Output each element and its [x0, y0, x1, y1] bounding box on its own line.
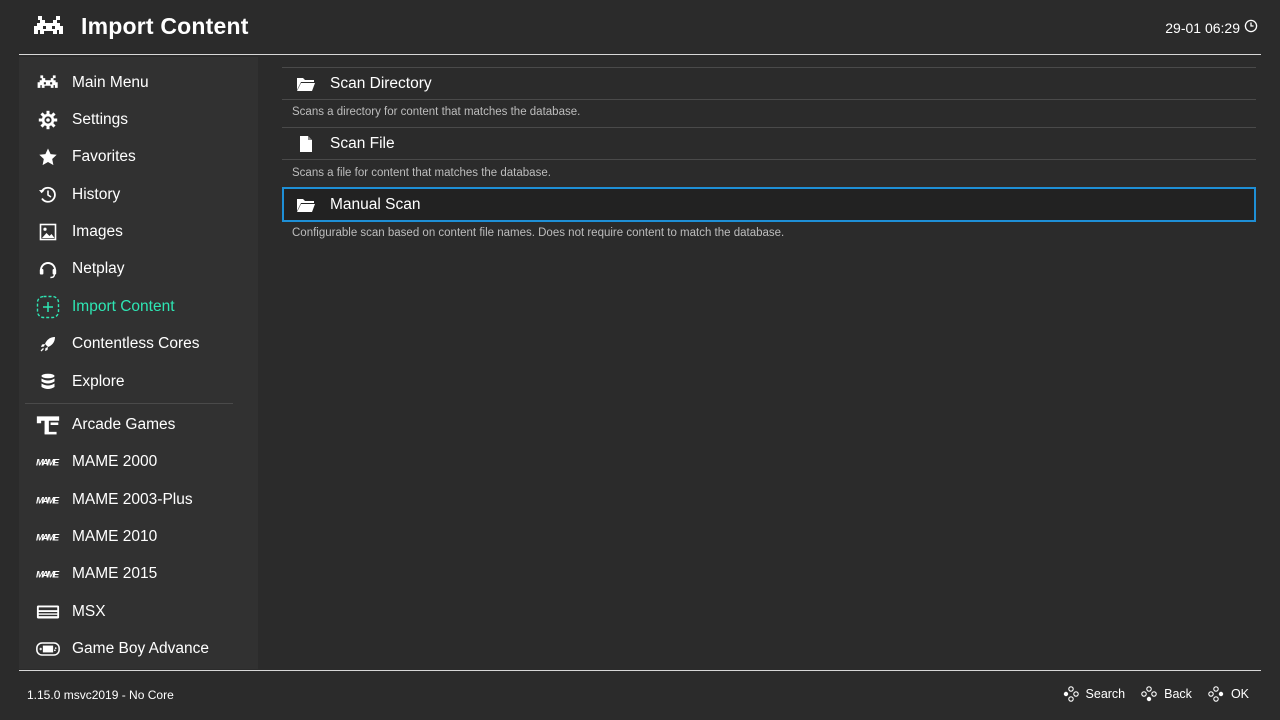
sidebar-item-main-menu[interactable]: Main Menu: [19, 65, 258, 101]
invader-icon: [36, 72, 60, 94]
sidebar-item-mame-2003-plus[interactable]: MAME MAME 2003-Plus: [19, 482, 258, 518]
sidebar-item-label: Netplay: [72, 260, 125, 277]
entry-label: Scan Directory: [330, 75, 432, 92]
gamepad-buttons-icon: [1141, 686, 1157, 702]
clock: 29-01 06:29: [1165, 19, 1258, 36]
svg-text:MAME: MAME: [36, 456, 60, 467]
version-text: 1.15.0 msvc2019 - No Core: [27, 688, 174, 702]
header: Import Content 29-01 06:29: [0, 0, 1280, 55]
entry-description: Scans a file for content that matches th…: [292, 167, 551, 179]
ok-hint-label: OK: [1230, 687, 1249, 701]
sidebar-item-settings[interactable]: Settings: [19, 102, 258, 138]
content-list: Scan Directory Scans a directory for con…: [282, 57, 1257, 669]
sidebar-item-contentless-cores[interactable]: Contentless Cores: [19, 326, 258, 362]
image-icon: [36, 221, 60, 243]
msx-icon: [36, 601, 60, 623]
gba-icon: [36, 638, 60, 660]
clock-icon: [1244, 19, 1258, 36]
sidebar-item-label: MAME 2015: [72, 565, 158, 582]
scan-directory-item[interactable]: Scan Directory: [282, 68, 1256, 100]
sidebar-item-netplay[interactable]: Netplay: [19, 251, 258, 287]
mame-icon: MAME: [36, 526, 60, 548]
file-icon: [296, 135, 316, 153]
search-hint-label: Search: [1085, 687, 1126, 701]
entry-label: Manual Scan: [330, 195, 421, 213]
svg-text:MAME: MAME: [36, 494, 60, 505]
database-icon: [36, 371, 60, 393]
headset-icon: [36, 258, 60, 280]
folder-icon: [296, 75, 316, 93]
sidebar-item-label: Arcade Games: [72, 416, 176, 433]
ok-hint[interactable]: OK: [1208, 686, 1249, 702]
sidebar-item-label: MSX: [72, 603, 106, 620]
entry-label: Scan File: [330, 135, 395, 152]
sidebar-item-label: History: [72, 186, 121, 203]
svg-text:MAME: MAME: [36, 531, 60, 542]
back-hint[interactable]: Back: [1141, 686, 1192, 702]
sidebar-item-images[interactable]: Images: [19, 214, 258, 250]
page-title: Import Content: [81, 13, 249, 39]
mame-icon: MAME: [36, 489, 60, 511]
entry-description: Scans a directory for content that match…: [292, 106, 581, 118]
entry-divider: [282, 159, 1256, 160]
sidebar-item-mame-2015[interactable]: MAME MAME 2015: [19, 556, 258, 592]
search-hint[interactable]: Search: [1063, 686, 1126, 702]
sidebar-item-favorites[interactable]: Favorites: [19, 139, 258, 175]
sidebar-item-game-boy-advance[interactable]: Game Boy Advance: [19, 631, 258, 667]
sidebar: Main Menu Settings Favorites History Ima…: [19, 57, 258, 669]
mame-icon: MAME: [36, 563, 60, 585]
footer-divider: [19, 670, 1261, 671]
history-icon: [36, 184, 60, 206]
manual-scan-item[interactable]: Manual Scan: [282, 187, 1256, 222]
svg-text:MAME: MAME: [36, 568, 60, 579]
footer-hints: Search Back OK: [1063, 686, 1249, 702]
clock-text: 29-01 06:29: [1165, 19, 1240, 36]
retroarch-logo-icon: [32, 14, 66, 40]
sidebar-item-arcade-games[interactable]: Arcade Games: [19, 407, 258, 443]
sidebar-item-mame-2010[interactable]: MAME MAME 2010: [19, 519, 258, 555]
rocket-icon: [36, 333, 60, 355]
sidebar-item-label: Import Content: [72, 298, 175, 315]
arcade-icon: [36, 414, 60, 436]
sidebar-item-label: Favorites: [72, 148, 136, 165]
scan-file-item[interactable]: Scan File: [282, 128, 1256, 160]
sidebar-item-history[interactable]: History: [19, 177, 258, 213]
sidebar-item-label: Settings: [72, 111, 129, 128]
sidebar-item-label: MAME 2003-Plus: [72, 491, 193, 508]
sidebar-item-label: MAME 2000: [72, 453, 158, 470]
sidebar-item-label: Contentless Cores: [72, 335, 200, 352]
star-icon: [36, 146, 60, 168]
sidebar-item-mame-2000[interactable]: MAME MAME 2000: [19, 444, 258, 480]
sidebar-item-label: Game Boy Advance: [72, 640, 209, 657]
sidebar-item-label: Main Menu: [72, 74, 149, 91]
back-hint-label: Back: [1164, 687, 1192, 701]
sidebar-item-label: Images: [72, 223, 123, 240]
gamepad-buttons-icon: [1208, 686, 1224, 702]
sidebar-item-label: Explore: [72, 373, 125, 390]
entry-description: Configurable scan based on content file …: [292, 227, 785, 239]
header-divider: [19, 54, 1261, 55]
gear-icon: [36, 109, 60, 131]
sidebar-item-label: MAME 2010: [72, 528, 158, 545]
sidebar-item-msx[interactable]: MSX: [19, 594, 258, 630]
mame-icon: MAME: [36, 451, 60, 473]
entry-divider: [282, 99, 1256, 100]
gamepad-buttons-icon: [1063, 686, 1079, 702]
folder-icon: [296, 196, 316, 214]
sidebar-divider: [25, 403, 233, 404]
add-icon: [36, 295, 60, 319]
sidebar-item-explore[interactable]: Explore: [19, 364, 258, 400]
sidebar-item-import-content[interactable]: Import Content: [19, 289, 258, 325]
